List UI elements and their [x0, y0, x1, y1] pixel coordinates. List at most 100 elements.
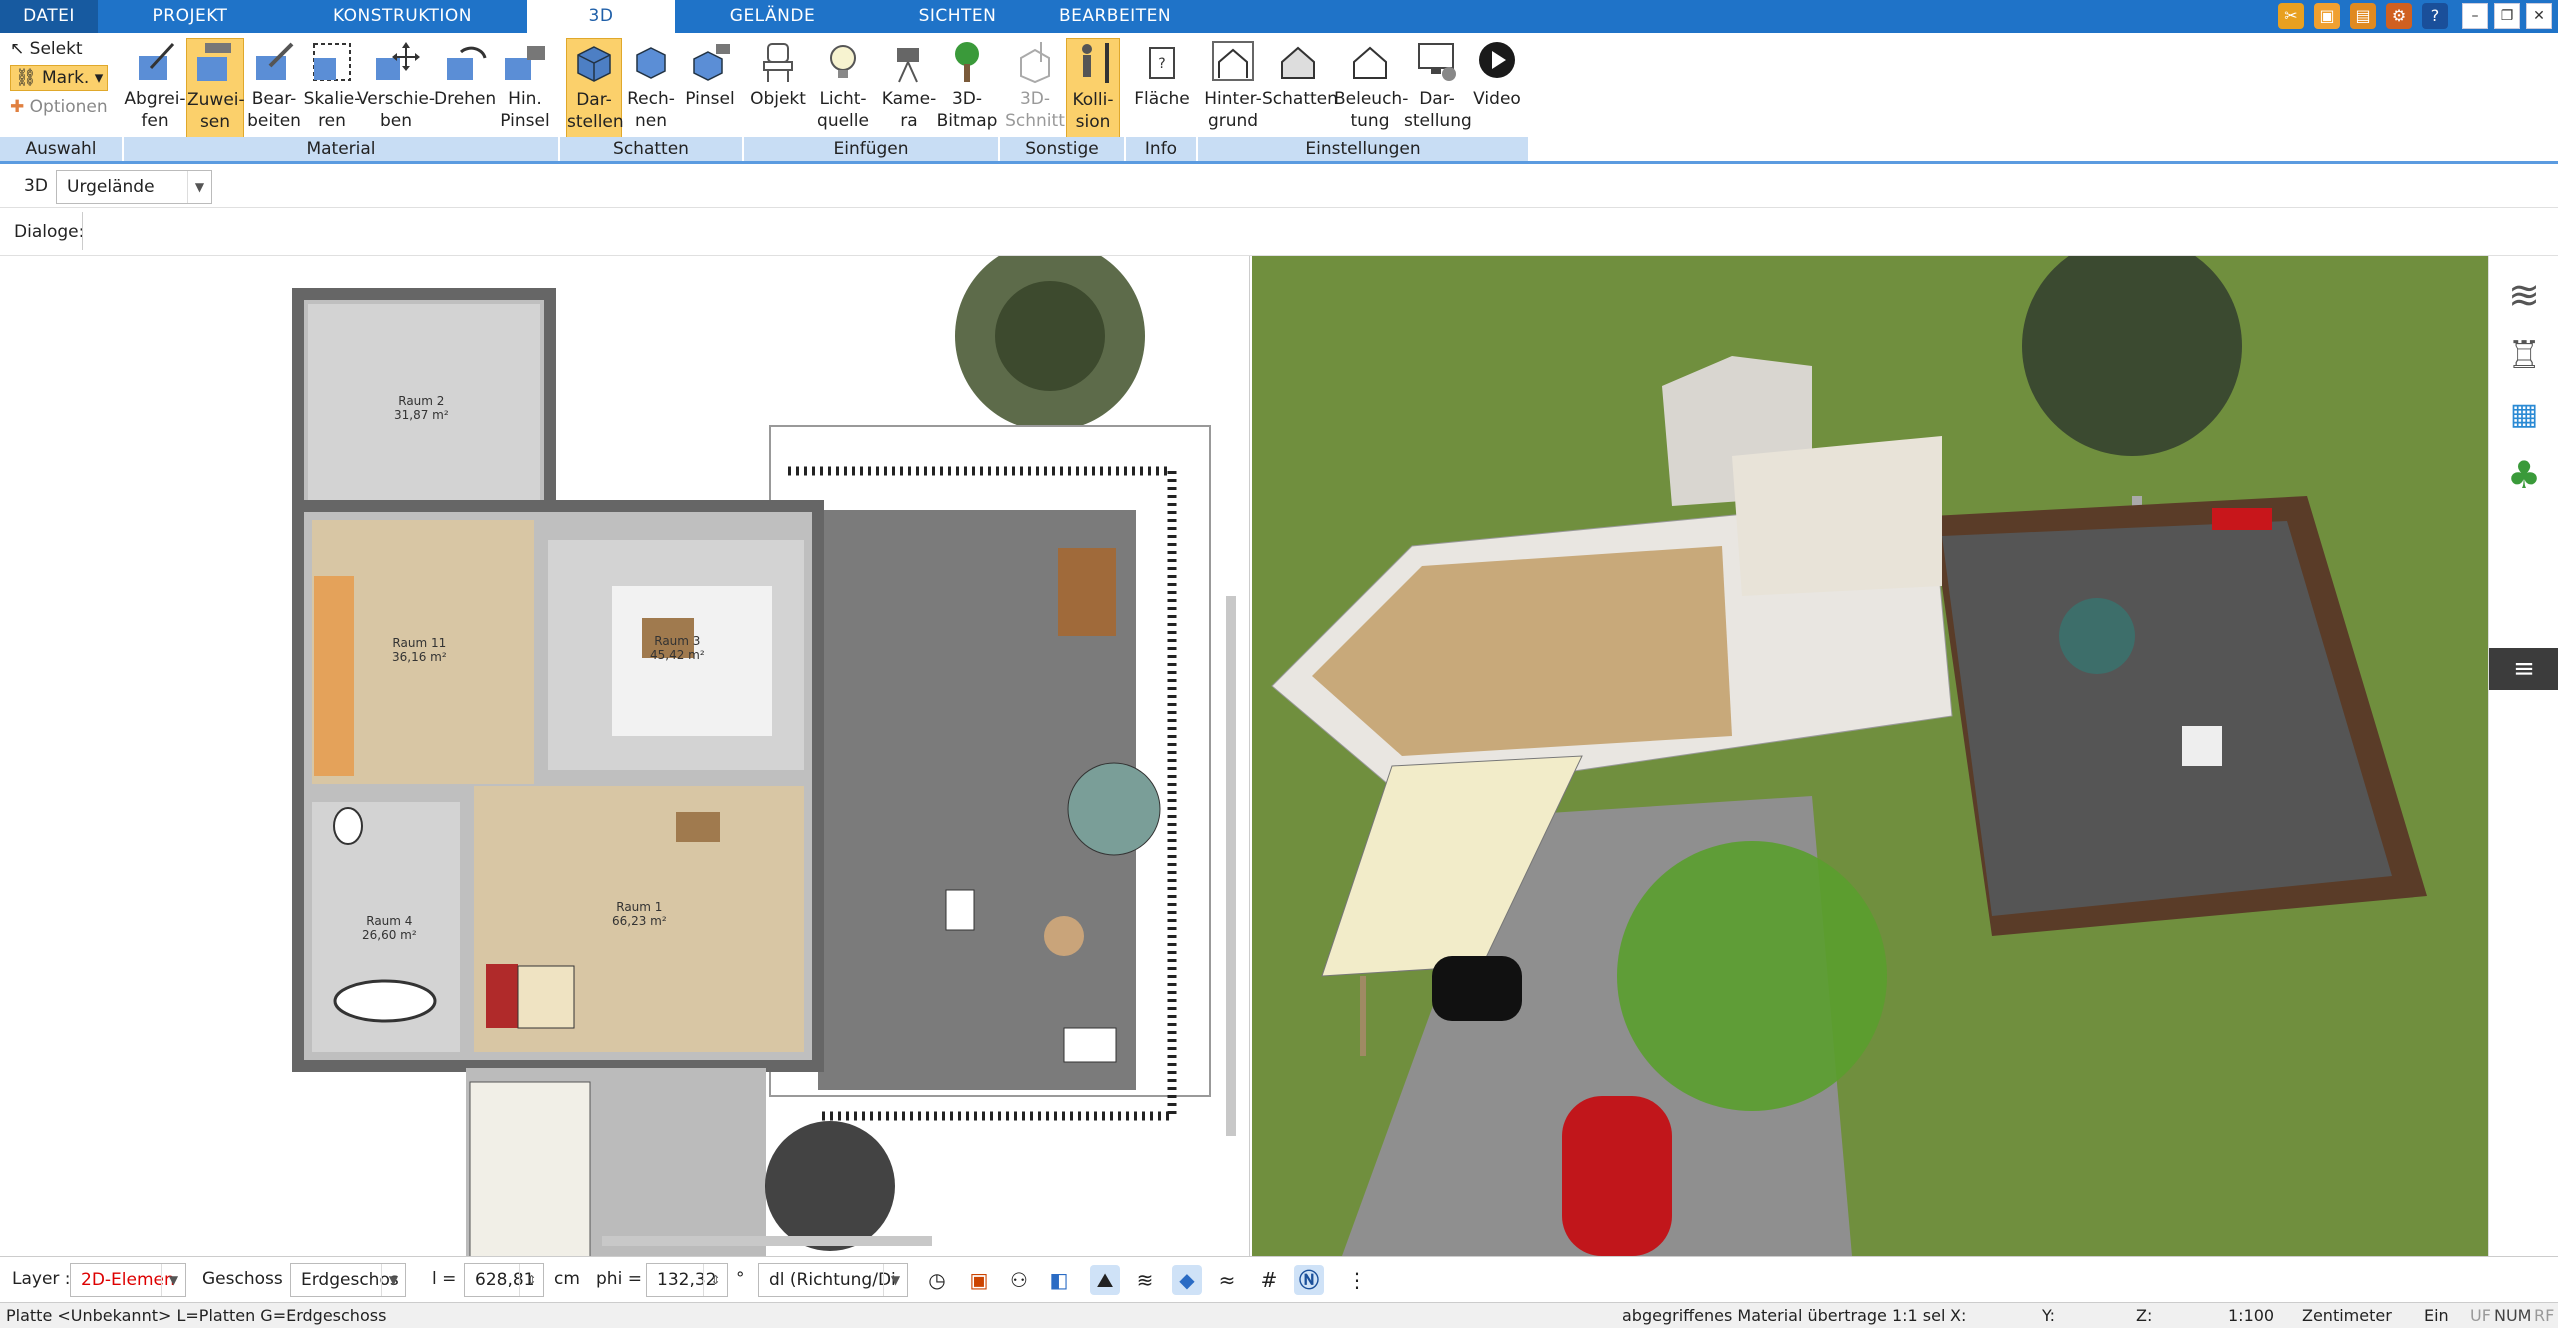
bulb-icon [830, 45, 856, 78]
chevron-down-icon: ▼ [381, 1264, 405, 1296]
hamburger-menu-icon[interactable]: ≡ [2489, 648, 2558, 690]
flaeche-button[interactable]: ? Fläche [1130, 38, 1194, 138]
kollision-button[interactable]: Kolli-sion [1066, 38, 1120, 138]
beleuchtung-button[interactable]: Beleuch-tung [1334, 38, 1408, 138]
terrain-select[interactable]: Urgelände ▼ [56, 170, 212, 204]
paint-assign-icon [197, 43, 231, 81]
kamera-button[interactable]: Kame-ra [878, 38, 940, 138]
3d-bitmap-button[interactable]: 3D- Bitmap [936, 38, 998, 138]
bearbeiten-button[interactable]: Bear-beiten [244, 38, 304, 138]
patio-umbrella [1067, 762, 1161, 856]
dialog-toolbar: Dialoge: [0, 208, 2558, 256]
darstellung-button[interactable]: Dar-stellung [1404, 38, 1472, 138]
group-einfuegen: Einfügen [744, 137, 998, 161]
lounger-3d [2182, 726, 2222, 766]
restore-icon[interactable]: ❐ [2494, 3, 2520, 29]
print-icon[interactable]: ▤ [2350, 3, 2376, 29]
cube-calc-icon [636, 47, 666, 79]
plan-hscrollbar[interactable] [602, 1236, 932, 1246]
3d-schnitt-button[interactable]: 3D- Schnitt [1004, 38, 1066, 138]
tab-bearbeiten[interactable]: BEARBEITEN [1045, 0, 1185, 33]
layer-select[interactable]: 2D-Elemen ▼ [70, 1263, 186, 1297]
hin-pinsel-button[interactable]: Hin. Pinsel [496, 38, 554, 138]
floor-plan-view[interactable]: Raum 2 31,87 m² Raum 11 36,16 m² Raum 3 45,… [0, 256, 1250, 1256]
more-icon[interactable]: ⋮ [1342, 1265, 1372, 1295]
spinner-icon[interactable]: ⇕ [519, 1264, 543, 1296]
tab-projekt[interactable]: PROJEKT [120, 0, 260, 33]
willow-tree [1617, 841, 1887, 1111]
tab-sichten[interactable]: SICHTEN [890, 0, 1025, 33]
grid-icon[interactable]: # [1254, 1265, 1284, 1295]
pinsel-button[interactable]: Pinsel [680, 38, 740, 138]
stack-icon[interactable]: ≋ [1130, 1265, 1160, 1295]
ribbon: ↖ Selekt ⛓ Mark. ▾ ✚ Optionen Abgrei-fen… [0, 33, 2558, 164]
clock-icon[interactable]: ◷ [922, 1265, 952, 1295]
rechnen-button[interactable]: Rech-nen [624, 38, 678, 138]
status-z: Z: [2136, 1306, 2153, 1325]
plus-icon: ✚ [10, 97, 25, 117]
video-button[interactable]: Video [1468, 38, 1526, 138]
tab-konstruktion[interactable]: KONSTRUKTION [320, 0, 485, 33]
status-rf: RF [2534, 1306, 2555, 1325]
tab-datei[interactable]: DATEI [0, 0, 98, 33]
3d-view[interactable] [1252, 256, 2488, 1256]
layers-icon[interactable]: ≋ [2499, 270, 2549, 320]
plants-icon[interactable]: ♣ [2499, 450, 2549, 500]
cube-brush-icon [693, 44, 730, 81]
status-object: Platte <Unbekannt> L=Platten G=Erdgescho… [6, 1306, 387, 1325]
lichtquelle-button[interactable]: Licht-quelle ▾ [812, 38, 874, 153]
tools-icon[interactable]: ✂ [2278, 3, 2304, 29]
group-auswahl: Auswahl [0, 137, 122, 161]
chair-catalog-icon[interactable]: ♖ [2499, 330, 2549, 380]
phi-input[interactable]: 132,32 ⇕ [646, 1263, 728, 1297]
stairs [314, 576, 354, 776]
status-num: NUM [2494, 1306, 2532, 1325]
tree-icon [955, 42, 979, 82]
skalieren-button[interactable]: Skalie-ren [302, 38, 362, 138]
length-input[interactable]: 628,81 ⇕ [464, 1263, 544, 1297]
length-label: l = [432, 1269, 457, 1289]
objekt-button[interactable]: Objekt [748, 38, 808, 138]
help-icon[interactable]: ? [2422, 3, 2448, 29]
layer-label: Layer : [12, 1269, 71, 1289]
waves-icon[interactable]: ≈ [1212, 1265, 1242, 1295]
plan-vscrollbar[interactable] [1226, 596, 1236, 1136]
screen-icon[interactable]: ▣ [964, 1265, 994, 1295]
mark-icon: ⛓ [15, 68, 37, 88]
plane-icon[interactable]: ◆ [1172, 1265, 1202, 1295]
schatten-button[interactable]: Schatten [1262, 38, 1338, 138]
background-house-icon [1212, 41, 1254, 81]
patio-chair [945, 889, 975, 931]
zuweisen-button[interactable]: Zuwei-sen [186, 38, 245, 138]
materials-icon[interactable]: ▦ [2499, 390, 2549, 440]
minimize-icon[interactable]: – [2462, 3, 2488, 29]
settings-icon[interactable]: ⚙ [2386, 3, 2412, 29]
drehen-button[interactable]: Drehen [434, 38, 496, 138]
tab-gelaende[interactable]: GELÄNDE [705, 0, 840, 33]
room-label-raum-2: Raum 2 31,87 m² [394, 394, 449, 422]
close-icon[interactable]: ✕ [2526, 3, 2552, 29]
selekt-button[interactable]: ↖ Selekt [10, 37, 83, 61]
darstellen-button[interactable]: Dar-stellen [566, 38, 624, 138]
sofa [486, 964, 518, 1028]
layers-small-icon[interactable]: ◧ [1044, 1265, 1074, 1295]
kitchen-3d [1732, 436, 1942, 596]
edit-material-icon [256, 42, 294, 80]
collision-icon [1082, 43, 1109, 83]
walk-icon[interactable]: ⚇ [1004, 1265, 1034, 1295]
verschieben-button[interactable]: Verschie-ben [356, 38, 436, 138]
hintergrund-button[interactable]: Hinter-grund [1200, 38, 1266, 138]
direction-select[interactable]: dl (Richtung/Di ▼ [758, 1263, 908, 1297]
group-sonstige: Sonstige [1000, 137, 1124, 161]
optionen-button[interactable]: ✚ Optionen [10, 95, 108, 119]
mark-button[interactable]: ⛓ Mark. ▾ [10, 65, 109, 91]
room-label-raum-1: Raum 1 66,23 m² [612, 900, 667, 928]
terrain-icon[interactable]: ⛰ [1090, 1265, 1120, 1295]
abgreifen-button[interactable]: Abgrei-fen [120, 38, 190, 138]
spinner-icon[interactable]: ⇕ [703, 1264, 727, 1296]
car-red [1562, 1096, 1672, 1256]
save-icon[interactable]: ▣ [2314, 3, 2340, 29]
geschoss-select[interactable]: Erdgeschos ▼ [290, 1263, 406, 1297]
north-icon[interactable]: Ⓝ [1294, 1265, 1324, 1295]
tab-3d[interactable]: 3D [527, 0, 675, 34]
